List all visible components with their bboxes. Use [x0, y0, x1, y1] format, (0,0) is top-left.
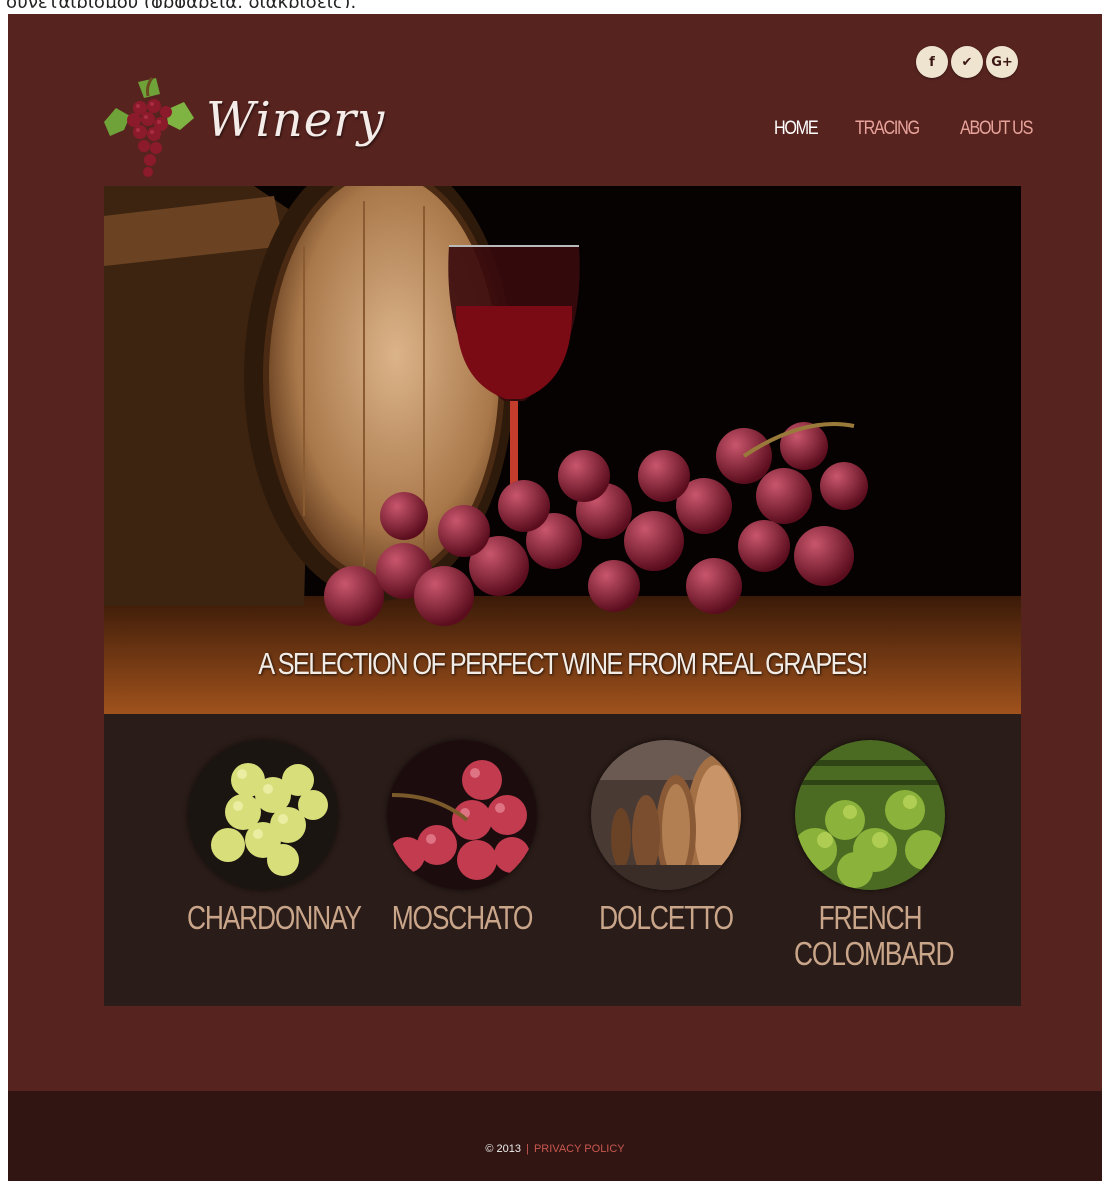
chardonnay-image[interactable]	[188, 740, 338, 890]
facebook-icon[interactable]: f	[916, 46, 948, 78]
footer-separator: |	[526, 1143, 529, 1155]
site-logo[interactable]: Winery	[96, 72, 406, 182]
nav-about-us[interactable]: ABOUT US	[960, 118, 1033, 140]
site-container: f ✔ G+ Winery HOME TRACING ABOUT US A SE…	[8, 14, 1102, 1181]
variety-name[interactable]: MOSCHATO	[386, 900, 538, 936]
nav-home[interactable]: HOME	[774, 118, 819, 140]
top-cropped-text: συνεταιρισμού (φρφαρεία, διακρίσεις).	[0, 0, 1102, 8]
main-nav: HOME TRACING ABOUT US	[774, 118, 1045, 140]
variety-moschato[interactable]: MOSCHATO	[367, 740, 557, 936]
logo-text: Winery	[206, 92, 386, 148]
variety-name[interactable]: FRENCH COLOMBARD	[794, 900, 955, 972]
footer: © 2013 | PRIVACY POLICY	[8, 1091, 1102, 1181]
google-plus-icon[interactable]: G+	[986, 46, 1018, 78]
variety-name[interactable]: CHARDONNAY	[187, 900, 362, 936]
nav-tracing[interactable]: TRACING	[855, 118, 920, 140]
grape-varieties: CHARDONNAY MOSCHATO DOLCETTO FRENCH COLO…	[104, 714, 1021, 1006]
footer-text: © 2013 | PRIVACY POLICY	[8, 1143, 1102, 1155]
dolcetto-image[interactable]	[591, 740, 741, 890]
hero-wine-image	[104, 186, 1021, 714]
variety-dolcetto[interactable]: DOLCETTO	[571, 740, 761, 936]
twitter-icon[interactable]: ✔	[951, 46, 983, 78]
moschato-image[interactable]	[387, 740, 537, 890]
variety-name[interactable]: DOLCETTO	[590, 900, 742, 936]
french-colombard-image[interactable]	[795, 740, 945, 890]
privacy-policy-link[interactable]: PRIVACY POLICY	[534, 1143, 625, 1155]
hero-caption: A SELECTION OF PERFECT WINE FROM REAL GR…	[258, 646, 868, 681]
variety-french-colombard[interactable]: FRENCH COLOMBARD	[775, 740, 965, 972]
social-links: f ✔ G+	[916, 46, 1018, 78]
copyright: © 2013	[485, 1143, 521, 1155]
hero-banner: A SELECTION OF PERFECT WINE FROM REAL GR…	[104, 186, 1021, 714]
grape-logo-icon	[104, 77, 194, 177]
variety-chardonnay[interactable]: CHARDONNAY	[168, 740, 362, 936]
